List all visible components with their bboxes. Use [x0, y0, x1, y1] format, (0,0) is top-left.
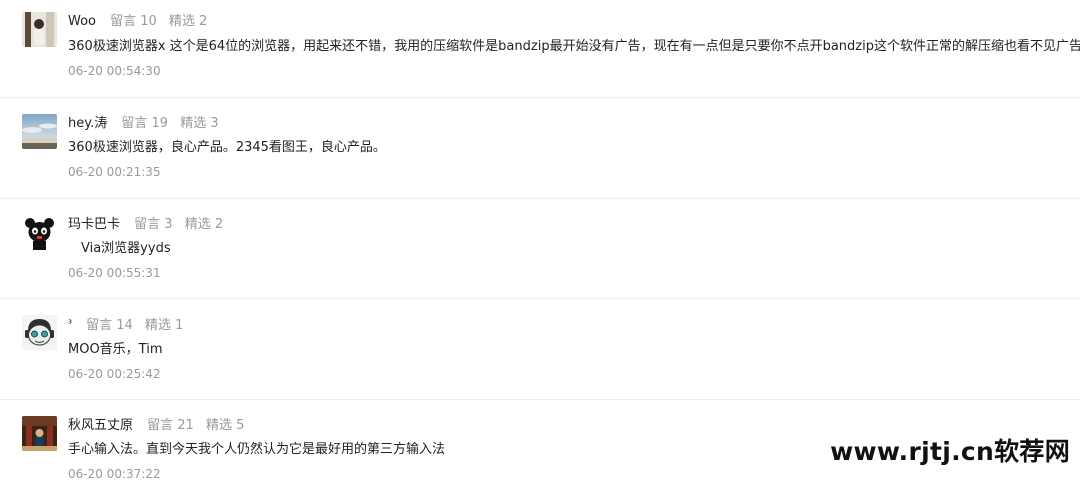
- avatar[interactable]: [22, 114, 57, 149]
- avatar[interactable]: [22, 315, 57, 350]
- avatar[interactable]: [22, 416, 57, 451]
- comment-text: 360极速浏览器x 这个是64位的浏览器，用起来还不错，我用的压缩软件是band…: [68, 37, 1080, 57]
- comment-text: MOO音乐，Tim: [68, 342, 163, 357]
- comment-item: ³ 留言 14 精选 1 MOO音乐，Tim 06-20 00:25:42: [0, 299, 1080, 400]
- avatar[interactable]: [22, 215, 57, 250]
- message-count: 留言 3: [134, 217, 173, 232]
- message-count: 留言 14: [86, 318, 133, 333]
- featured-count: 精选 3: [180, 116, 219, 131]
- message-count: 留言 19: [121, 116, 169, 131]
- comment-list: Woo 留言 10 精选 2 360极速浏览器x 这个是64位的浏览器，用起来还…: [0, 0, 1080, 496]
- comment-meta: hey.涛 留言 19 精选 3: [68, 114, 227, 134]
- comment-item: hey.涛 留言 19 精选 3 360极速浏览器，良心产品。2345看图王，良…: [0, 98, 1080, 199]
- comment-time: 06-20 00:37:22: [68, 467, 161, 481]
- username[interactable]: 玛卡巴卡: [68, 217, 120, 232]
- username[interactable]: hey.涛: [68, 116, 107, 131]
- avatar[interactable]: [22, 12, 57, 47]
- comment-time: 06-20 00:25:42: [68, 367, 161, 381]
- featured-count: 精选 5: [205, 418, 245, 433]
- comment-meta: 玛卡巴卡 留言 3 精选 2: [68, 215, 231, 235]
- comment-item: Woo 留言 10 精选 2 360极速浏览器x 这个是64位的浏览器，用起来还…: [0, 0, 1080, 98]
- message-count: 留言 21: [147, 418, 194, 433]
- featured-count: 精选 2: [184, 217, 224, 232]
- comment-meta: ³ 留言 14 精选 1: [68, 315, 191, 336]
- comment-time: 06-20 00:21:35: [68, 165, 161, 179]
- featured-count: 精选 2: [168, 14, 208, 29]
- username[interactable]: Woo: [68, 14, 96, 29]
- featured-count: 精选 1: [144, 318, 184, 333]
- comment-time: 06-20 00:54:30: [68, 64, 161, 78]
- username[interactable]: ³: [68, 319, 72, 330]
- comment-text-content: 360极速浏览器x 这个是64位的浏览器，用起来还不错，我用的压缩软件是band…: [68, 39, 1080, 54]
- comment-meta: 秋风五丈原 留言 21 精选 5: [68, 416, 252, 436]
- comment-text: 360极速浏览器，良心产品。2345看图王，良心产品。: [68, 140, 386, 155]
- comment-meta: Woo 留言 10 精选 2: [68, 12, 215, 32]
- comment-time: 06-20 00:55:31: [68, 266, 161, 280]
- site-watermark: www.rjtj.cn软荐网: [830, 437, 1070, 466]
- username[interactable]: 秋风五丈原: [68, 418, 133, 433]
- comment-item: 玛卡巴卡 留言 3 精选 2 Via浏览器yyds 06-20 00:55:31: [0, 199, 1080, 299]
- comment-text: 手心输入法。直到今天我个人仍然认为它是最好用的第三方输入法: [68, 442, 446, 457]
- comment-text: Via浏览器yyds: [68, 241, 171, 256]
- message-count: 留言 10: [110, 14, 157, 29]
